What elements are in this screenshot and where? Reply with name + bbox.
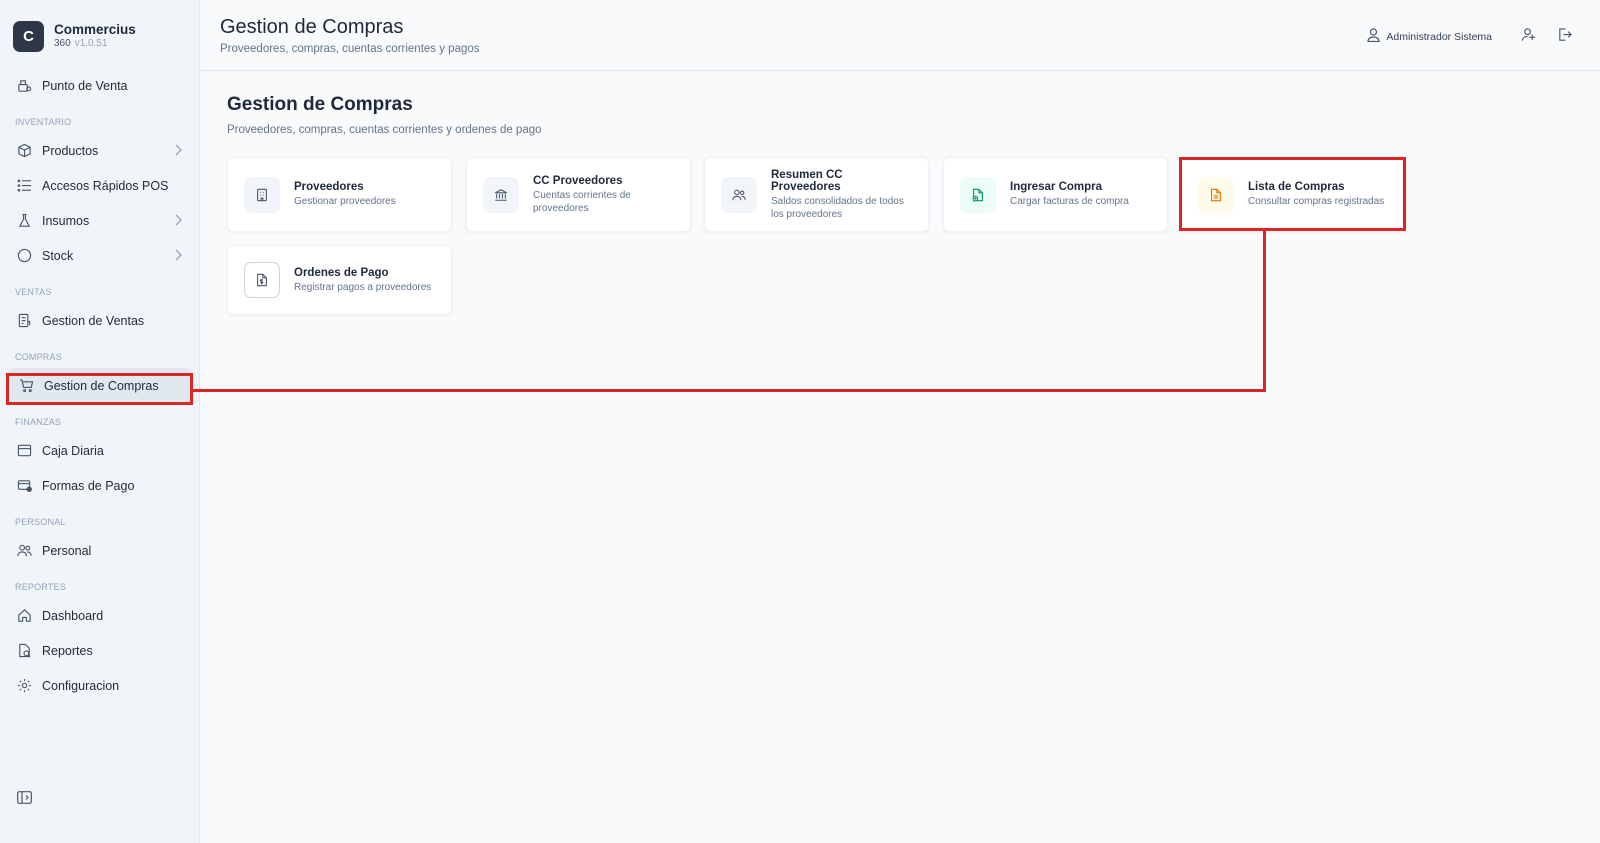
sidebar-item-personal[interactable]: Personal <box>0 533 200 568</box>
sidebar-item-configuracion[interactable]: Configuracion <box>0 668 200 703</box>
annotation-connector-vertical <box>1263 231 1266 392</box>
card-title: Ingresar Compra <box>1010 181 1103 193</box>
user-name: Administrador Sistema <box>1386 30 1492 43</box>
user-menu[interactable]: Administrador Sistema <box>1367 28 1492 45</box>
sidebar-section-reportes: REPORTES <box>15 582 66 592</box>
app-version: v1.0.51 <box>74 38 108 49</box>
sidebar-item-label: Punto de Venta <box>42 78 128 93</box>
card-title: Resumen CC Proveedores <box>771 168 843 193</box>
chevron-right-icon <box>174 144 182 159</box>
users-icon <box>721 176 757 213</box>
sidebar-item-stock[interactable]: Stock <box>0 238 200 273</box>
card-resumen-cc-proveedores[interactable]: Resumen CC Proveedores Saldos consolidad… <box>704 157 929 232</box>
receipt-icon <box>16 313 32 329</box>
card-description: Gestionar proveedores <box>294 196 396 207</box>
user-settings-icon[interactable] <box>1521 27 1536 47</box>
top-header: Gestion de Compras Proveedores, compras,… <box>200 0 1600 71</box>
sidebar-item-dashboard[interactable]: Dashboard <box>0 598 200 633</box>
brand-logo: C <box>13 20 44 52</box>
card-title: CC Proveedores <box>533 174 623 187</box>
sidebar-section-inventario: INVENTARIO <box>15 117 72 127</box>
sidebar-item-label: Gestion de Ventas <box>42 313 145 328</box>
sidebar-item-accesos-rapidos-pos[interactable]: Accesos Rápidos POS <box>0 168 200 203</box>
sidebar-item-label: Insumos <box>42 213 90 228</box>
box-icon <box>16 143 32 159</box>
annotation-connector-horizontal <box>193 389 1266 392</box>
wallet-icon <box>16 443 32 459</box>
card-description: Cargar facturas de compra <box>1010 196 1129 207</box>
brand[interactable]: C Commercius 360 v1.0.51 <box>0 0 199 56</box>
header-subtitle: Proveedores, compras, cuentas corrientes… <box>220 43 480 55</box>
sidebar-section-ventas: VENTAS <box>15 287 52 297</box>
brand-name: Commercius <box>54 22 136 38</box>
sidebar-item-gestion-de-ventas[interactable]: Gestion de Ventas <box>0 303 200 338</box>
sidebar-item-label: Productos <box>42 143 99 158</box>
credit-card-icon <box>16 478 32 494</box>
sidebar-item-insumos[interactable]: Insumos <box>0 203 200 238</box>
sidebar-item-reportes[interactable]: Reportes <box>0 633 200 668</box>
sidebar-item-punto-de-venta[interactable]: Punto de Venta <box>0 68 200 103</box>
sidebar-item-label: Personal <box>42 543 92 558</box>
building-icon <box>244 176 280 213</box>
header-title: Gestion de Compras <box>220 16 404 38</box>
list-icon <box>16 178 32 194</box>
card-ingresar-compra[interactable]: Ingresar Compra Cargar facturas de compr… <box>943 157 1168 232</box>
sidebar-item-label: Configuracion <box>42 678 120 693</box>
sidebar-section-personal: PERSONAL <box>15 517 66 527</box>
chevron-right-icon <box>174 249 182 264</box>
sidebar-item-label: Stock <box>42 248 74 263</box>
cart-icon <box>18 378 34 394</box>
sidebar: C Commercius 360 v1.0.51 Punto de Venta I… <box>0 0 200 843</box>
report-icon <box>16 643 32 659</box>
card-cc-proveedores[interactable]: CC Proveedores Cuentas corrientes de pro… <box>466 157 691 232</box>
sidebar-item-label: Accesos Rápidos POS <box>42 178 169 193</box>
sidebar-item-label: Reportes <box>42 643 93 658</box>
card-description: Cuentas corrientes de proveedores <box>533 189 631 214</box>
sidebar-item-label: Gestion de Compras <box>44 378 159 393</box>
page-title: Gestion de Compras <box>227 94 413 115</box>
sidebar-collapse-icon[interactable] <box>17 791 32 809</box>
card-title: Proveedores <box>294 181 364 193</box>
card-description: Registrar pagos a proveedores <box>294 281 432 293</box>
sidebar-item-label: Caja Diaria <box>42 443 104 458</box>
chevron-right-icon <box>174 214 182 229</box>
cash-register-icon <box>16 78 32 94</box>
gear-icon <box>16 678 32 694</box>
sidebar-section-compras: COMPRAS <box>15 352 62 362</box>
users-icon <box>16 543 32 559</box>
card-description: Saldos consolidados de todos los proveed… <box>771 195 904 220</box>
card-lista-de-compras[interactable]: Lista de Compras Consultar compras regis… <box>1181 157 1406 232</box>
card-proveedores[interactable]: Proveedores Gestionar proveedores <box>227 157 452 232</box>
sidebar-item-caja-diaria[interactable]: Caja Diaria <box>0 433 200 468</box>
bank-icon <box>483 176 519 213</box>
home-icon <box>16 608 32 624</box>
page-subtitle: Proveedores, compras, cuentas corrientes… <box>227 124 542 136</box>
card-title: Ordenes de Pago <box>294 266 389 279</box>
sidebar-item-label: Dashboard <box>42 608 104 623</box>
payment-order-icon <box>244 262 280 298</box>
file-list-icon <box>1198 176 1234 213</box>
sidebar-item-productos[interactable]: Productos <box>0 133 200 168</box>
card-description: Consultar compras registradas <box>1248 196 1385 207</box>
sidebar-item-label: Formas de Pago <box>42 478 135 493</box>
sidebar-item-formas-de-pago[interactable]: Formas de Pago <box>0 468 200 503</box>
sidebar-item-gestion-de-compras[interactable]: Gestion de Compras <box>8 368 192 403</box>
circle-icon <box>16 248 32 264</box>
sidebar-nav: Punto de Venta INVENTARIO Productos Acce… <box>0 68 200 703</box>
card-ordenes-de-pago[interactable]: Ordenes de Pago Registrar pagos a provee… <box>227 245 452 315</box>
logout-icon[interactable] <box>1557 27 1572 47</box>
sidebar-section-finanzas: FINANZAS <box>15 417 62 427</box>
card-title: Lista de Compras <box>1248 181 1345 193</box>
file-add-icon <box>960 176 996 213</box>
brand-sub: 360 <box>54 38 71 49</box>
flask-icon <box>16 213 32 229</box>
user-icon <box>1367 28 1380 45</box>
